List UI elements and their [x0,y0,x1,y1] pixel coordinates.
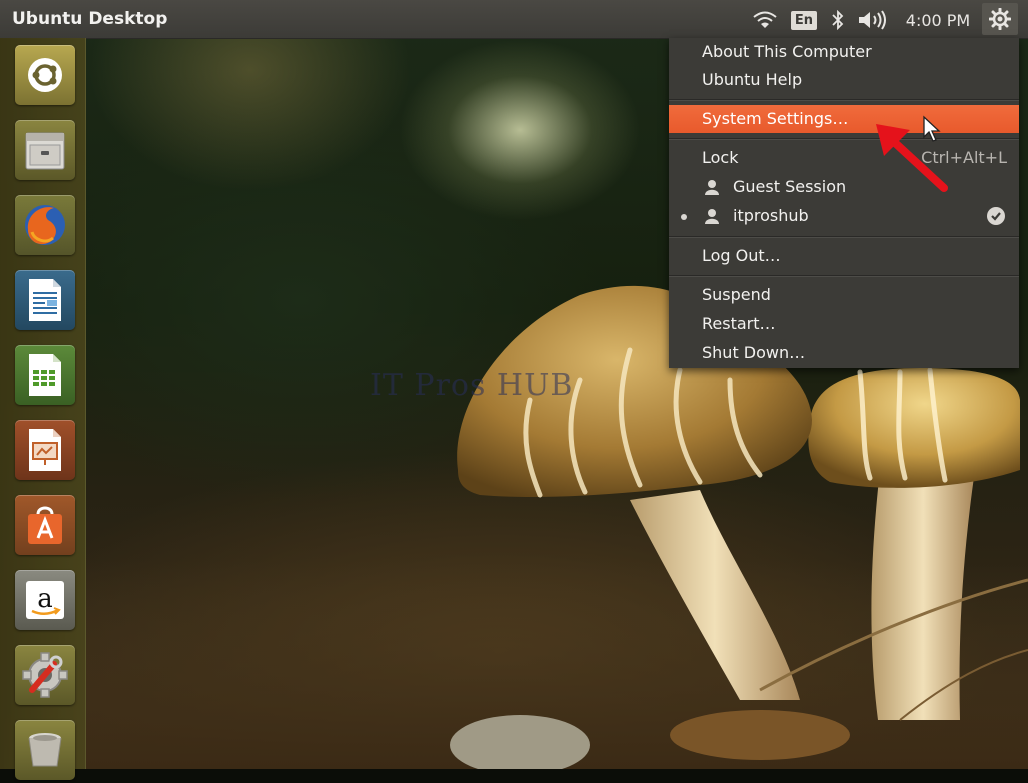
menu-item-lock[interactable]: Lock Ctrl+Alt+L [669,144,1019,172]
wallpaper-watermark: IT Pros HUB [370,368,574,403]
dash-home-icon [15,45,75,105]
menu-item-label: Lock [702,148,739,167]
annotation-arrow-icon [876,124,948,192]
menu-item-guest-session[interactable]: Guest Session [669,173,1019,201]
menu-item-suspend[interactable]: Suspend [669,281,1019,309]
bluetooth-icon[interactable] [828,8,848,32]
user-icon [705,209,719,224]
keyboard-language-indicator[interactable]: En [790,8,818,32]
menu-item-label: Guest Session [733,177,847,196]
menu-item-label: Restart… [702,314,776,333]
clock[interactable]: 4:00 PM [902,8,974,32]
libreoffice-writer-icon [15,270,75,330]
menu-item-log-out[interactable]: Log Out… [669,242,1019,270]
keyboard-language-label: En [790,10,818,30]
launcher-item-files[interactable] [12,117,78,183]
svg-text:a: a [37,584,53,614]
libreoffice-impress-icon [15,420,75,480]
amazon-icon: a [15,570,75,630]
files-icon [15,120,75,180]
check-icon [987,207,1005,225]
menu-item-shut-down[interactable]: Shut Down… [669,339,1019,367]
active-user-bullet [681,214,687,220]
menu-separator [669,138,1019,140]
menu-item-restart[interactable]: Restart… [669,310,1019,338]
menu-item-label: itproshub [733,206,809,225]
mouse-pointer-icon [923,115,941,142]
menu-item-label: System Settings… [702,109,849,128]
menu-item-user-itproshub[interactable]: itproshub [669,202,1019,230]
software-center-icon [15,495,75,555]
system-settings-icon [15,645,75,705]
menu-item-label: Log Out… [702,246,781,265]
volume-icon[interactable] [856,8,888,32]
panel-title: Ubuntu Desktop [12,9,168,29]
menu-item-help[interactable]: Ubuntu Help [669,66,1019,94]
firefox-icon [15,195,75,255]
launcher-item-firefox[interactable] [12,192,78,258]
menu-separator [669,236,1019,238]
launcher-item-dash[interactable] [12,42,78,108]
session-menu: About This Computer Ubuntu Help System S… [669,38,1019,368]
launcher-item-trash[interactable] [12,717,78,783]
launcher-item-system-settings[interactable] [12,642,78,708]
launcher-item-writer[interactable] [12,267,78,333]
launcher-item-amazon[interactable]: a [12,567,78,633]
user-icon [705,180,719,195]
menu-item-label: Suspend [702,285,771,304]
trash-icon [15,720,75,780]
menu-item-label: About This Computer [702,42,872,61]
menu-item-about[interactable]: About This Computer [669,38,1019,66]
session-gear-icon[interactable] [982,3,1018,35]
launcher-item-software-center[interactable] [12,492,78,558]
launcher-item-calc[interactable] [12,342,78,408]
libreoffice-calc-icon [15,345,75,405]
launcher-item-impress[interactable] [12,417,78,483]
top-panel: Ubuntu Desktop En 4:00 PM [0,0,1028,39]
wifi-icon[interactable] [750,8,780,32]
launcher: a [0,38,86,780]
menu-separator [669,99,1019,101]
menu-item-label: Shut Down… [702,343,806,362]
menu-separator [669,275,1019,277]
menu-item-system-settings[interactable]: System Settings… [669,105,1019,133]
menu-item-label: Ubuntu Help [702,70,803,89]
